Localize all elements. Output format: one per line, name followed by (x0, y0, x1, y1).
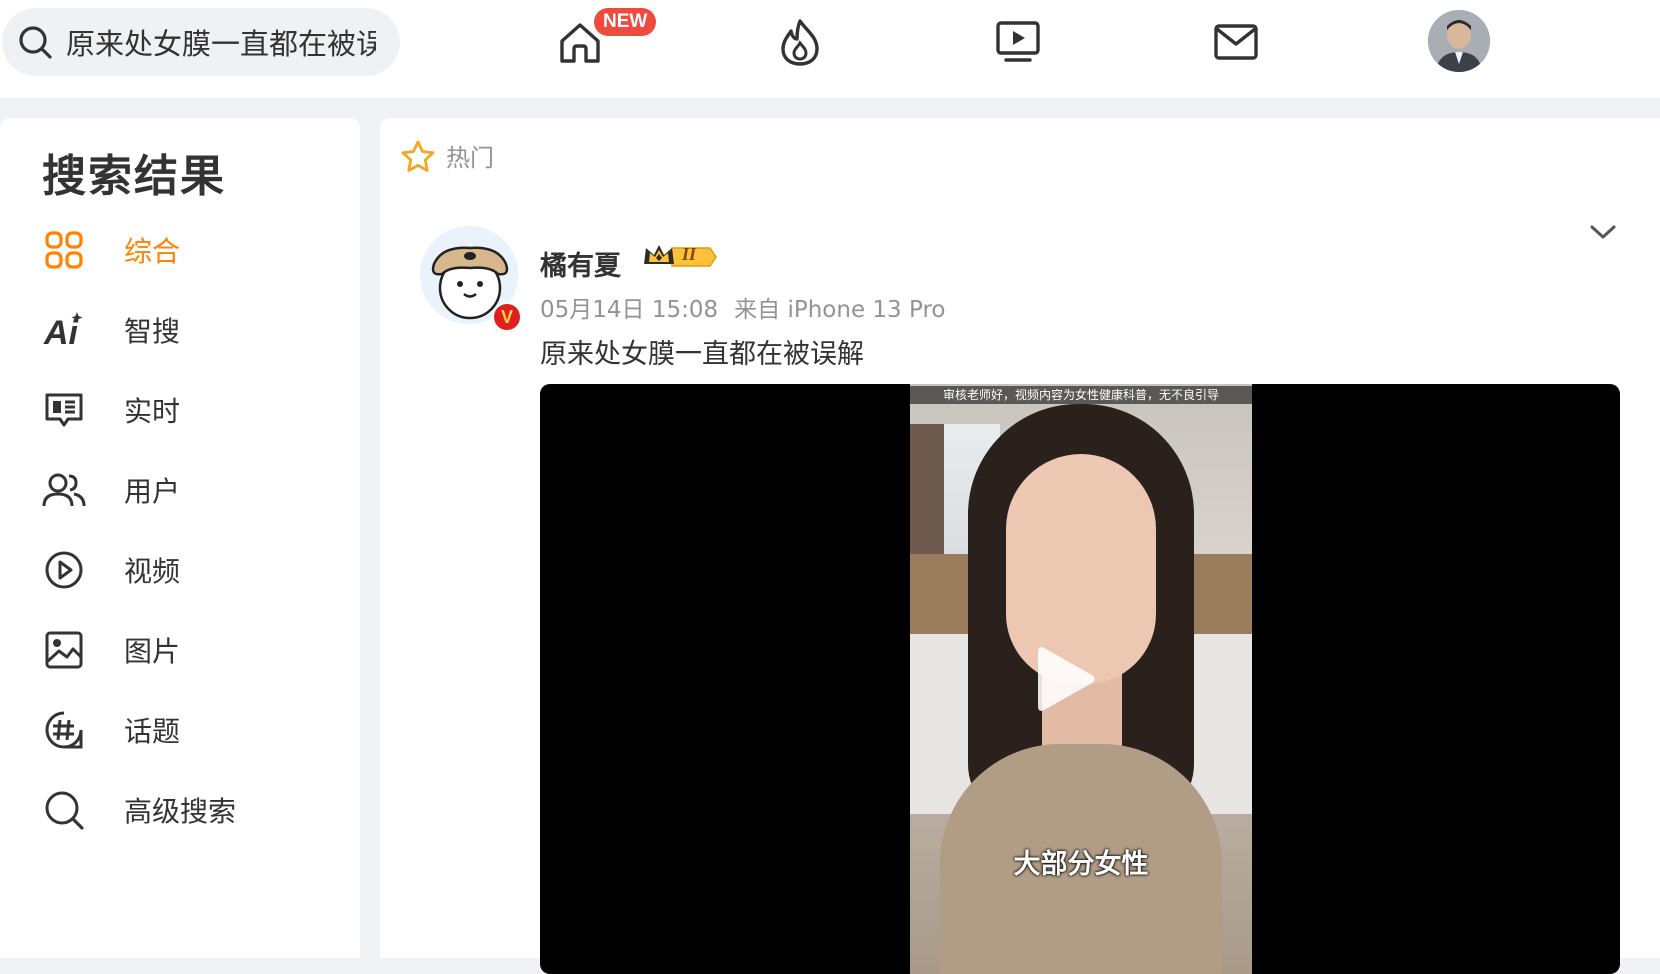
hashtag-icon (42, 708, 86, 752)
video-player[interactable]: 审核老师好，视频内容为女性健康科普，无不良引导 大部分女性 (540, 384, 1620, 974)
hot-nav-button[interactable] (770, 14, 830, 70)
image-icon (42, 628, 86, 672)
sidebar-item-label: 综合 (124, 235, 181, 268)
video-play-icon (42, 548, 86, 592)
sidebar-item-comprehensive[interactable]: 综合 (42, 222, 342, 278)
sidebar-item-label: 图片 (124, 635, 181, 668)
video-nav-button[interactable] (988, 14, 1048, 70)
post-meta: 05月14日 15:08 来自 iPhone 13 Pro (540, 290, 945, 324)
post-author-name[interactable]: 橘有夏 (540, 244, 621, 283)
post-time[interactable]: 05月14日 15:08 (540, 297, 718, 323)
video-subtitle: 大部分女性 (1013, 849, 1149, 880)
video-icon (996, 21, 1040, 62)
hot-label: 热门 (446, 144, 494, 172)
search-icon (19, 26, 52, 59)
sidebar-item-ai-search[interactable]: Ai 智搜 (42, 302, 342, 358)
avatar-image (1428, 10, 1490, 72)
chevron-down-icon (1590, 225, 1616, 239)
sidebar-title: 搜索结果 (42, 151, 226, 202)
sidebar-item-video[interactable]: 视频 (42, 542, 342, 598)
sidebar-item-advanced-search[interactable]: 高级搜索 (42, 782, 342, 838)
search-box[interactable] (2, 8, 400, 76)
svg-text:Ai: Ai (43, 314, 80, 350)
post-text: 原来处女膜一直都在被误解 (540, 339, 864, 370)
star-icon (401, 140, 435, 172)
sidebar-item-realtime[interactable]: 实时 (42, 382, 342, 438)
ai-icon: Ai (42, 308, 86, 352)
hot-section-header: 热门 (400, 138, 494, 173)
grid-icon (42, 228, 86, 272)
search-icon (42, 788, 86, 832)
message-nav-button[interactable] (1206, 14, 1266, 70)
hot-icon (781, 19, 819, 66)
message-icon (1214, 24, 1258, 60)
verified-badge: V (492, 302, 522, 332)
sidebar-item-label: 话题 (124, 715, 181, 748)
play-icon[interactable] (1030, 642, 1100, 716)
sidebar-item-users[interactable]: 用户 (42, 462, 342, 518)
sidebar-item-label: 高级搜索 (124, 795, 237, 828)
main-feed: 热门 V 橘有夏 II 05月14日 15:08 来自 iPhone 13 Pro… (380, 118, 1660, 974)
sidebar-item-label: 智搜 (124, 315, 181, 348)
new-badge: NEW (594, 8, 657, 36)
sidebar-item-label: 实时 (124, 395, 181, 428)
level-badge: II (682, 244, 697, 264)
post-more-button[interactable] (1588, 222, 1618, 246)
sidebar-item-topics[interactable]: 话题 (42, 702, 342, 758)
video-top-caption: 审核老师好，视频内容为女性健康科普，无不良引导 (910, 386, 1252, 404)
top-bar: NEW (0, 0, 1660, 98)
realtime-icon (42, 388, 86, 432)
search-input[interactable] (66, 25, 376, 59)
sidebar-item-label: 用户 (124, 475, 181, 508)
sidebar-item-images[interactable]: 图片 (42, 622, 342, 678)
user-avatar[interactable] (1428, 10, 1490, 72)
sidebar-item-label: 视频 (124, 555, 181, 588)
member-crown-badge[interactable]: II (642, 242, 718, 276)
users-icon (42, 468, 86, 512)
sidebar: 搜索结果 综合 Ai 智搜 实时 用户 视频 图片 话题 高级搜索 (0, 118, 360, 958)
post-source: 来自 iPhone 13 Pro (734, 297, 946, 323)
